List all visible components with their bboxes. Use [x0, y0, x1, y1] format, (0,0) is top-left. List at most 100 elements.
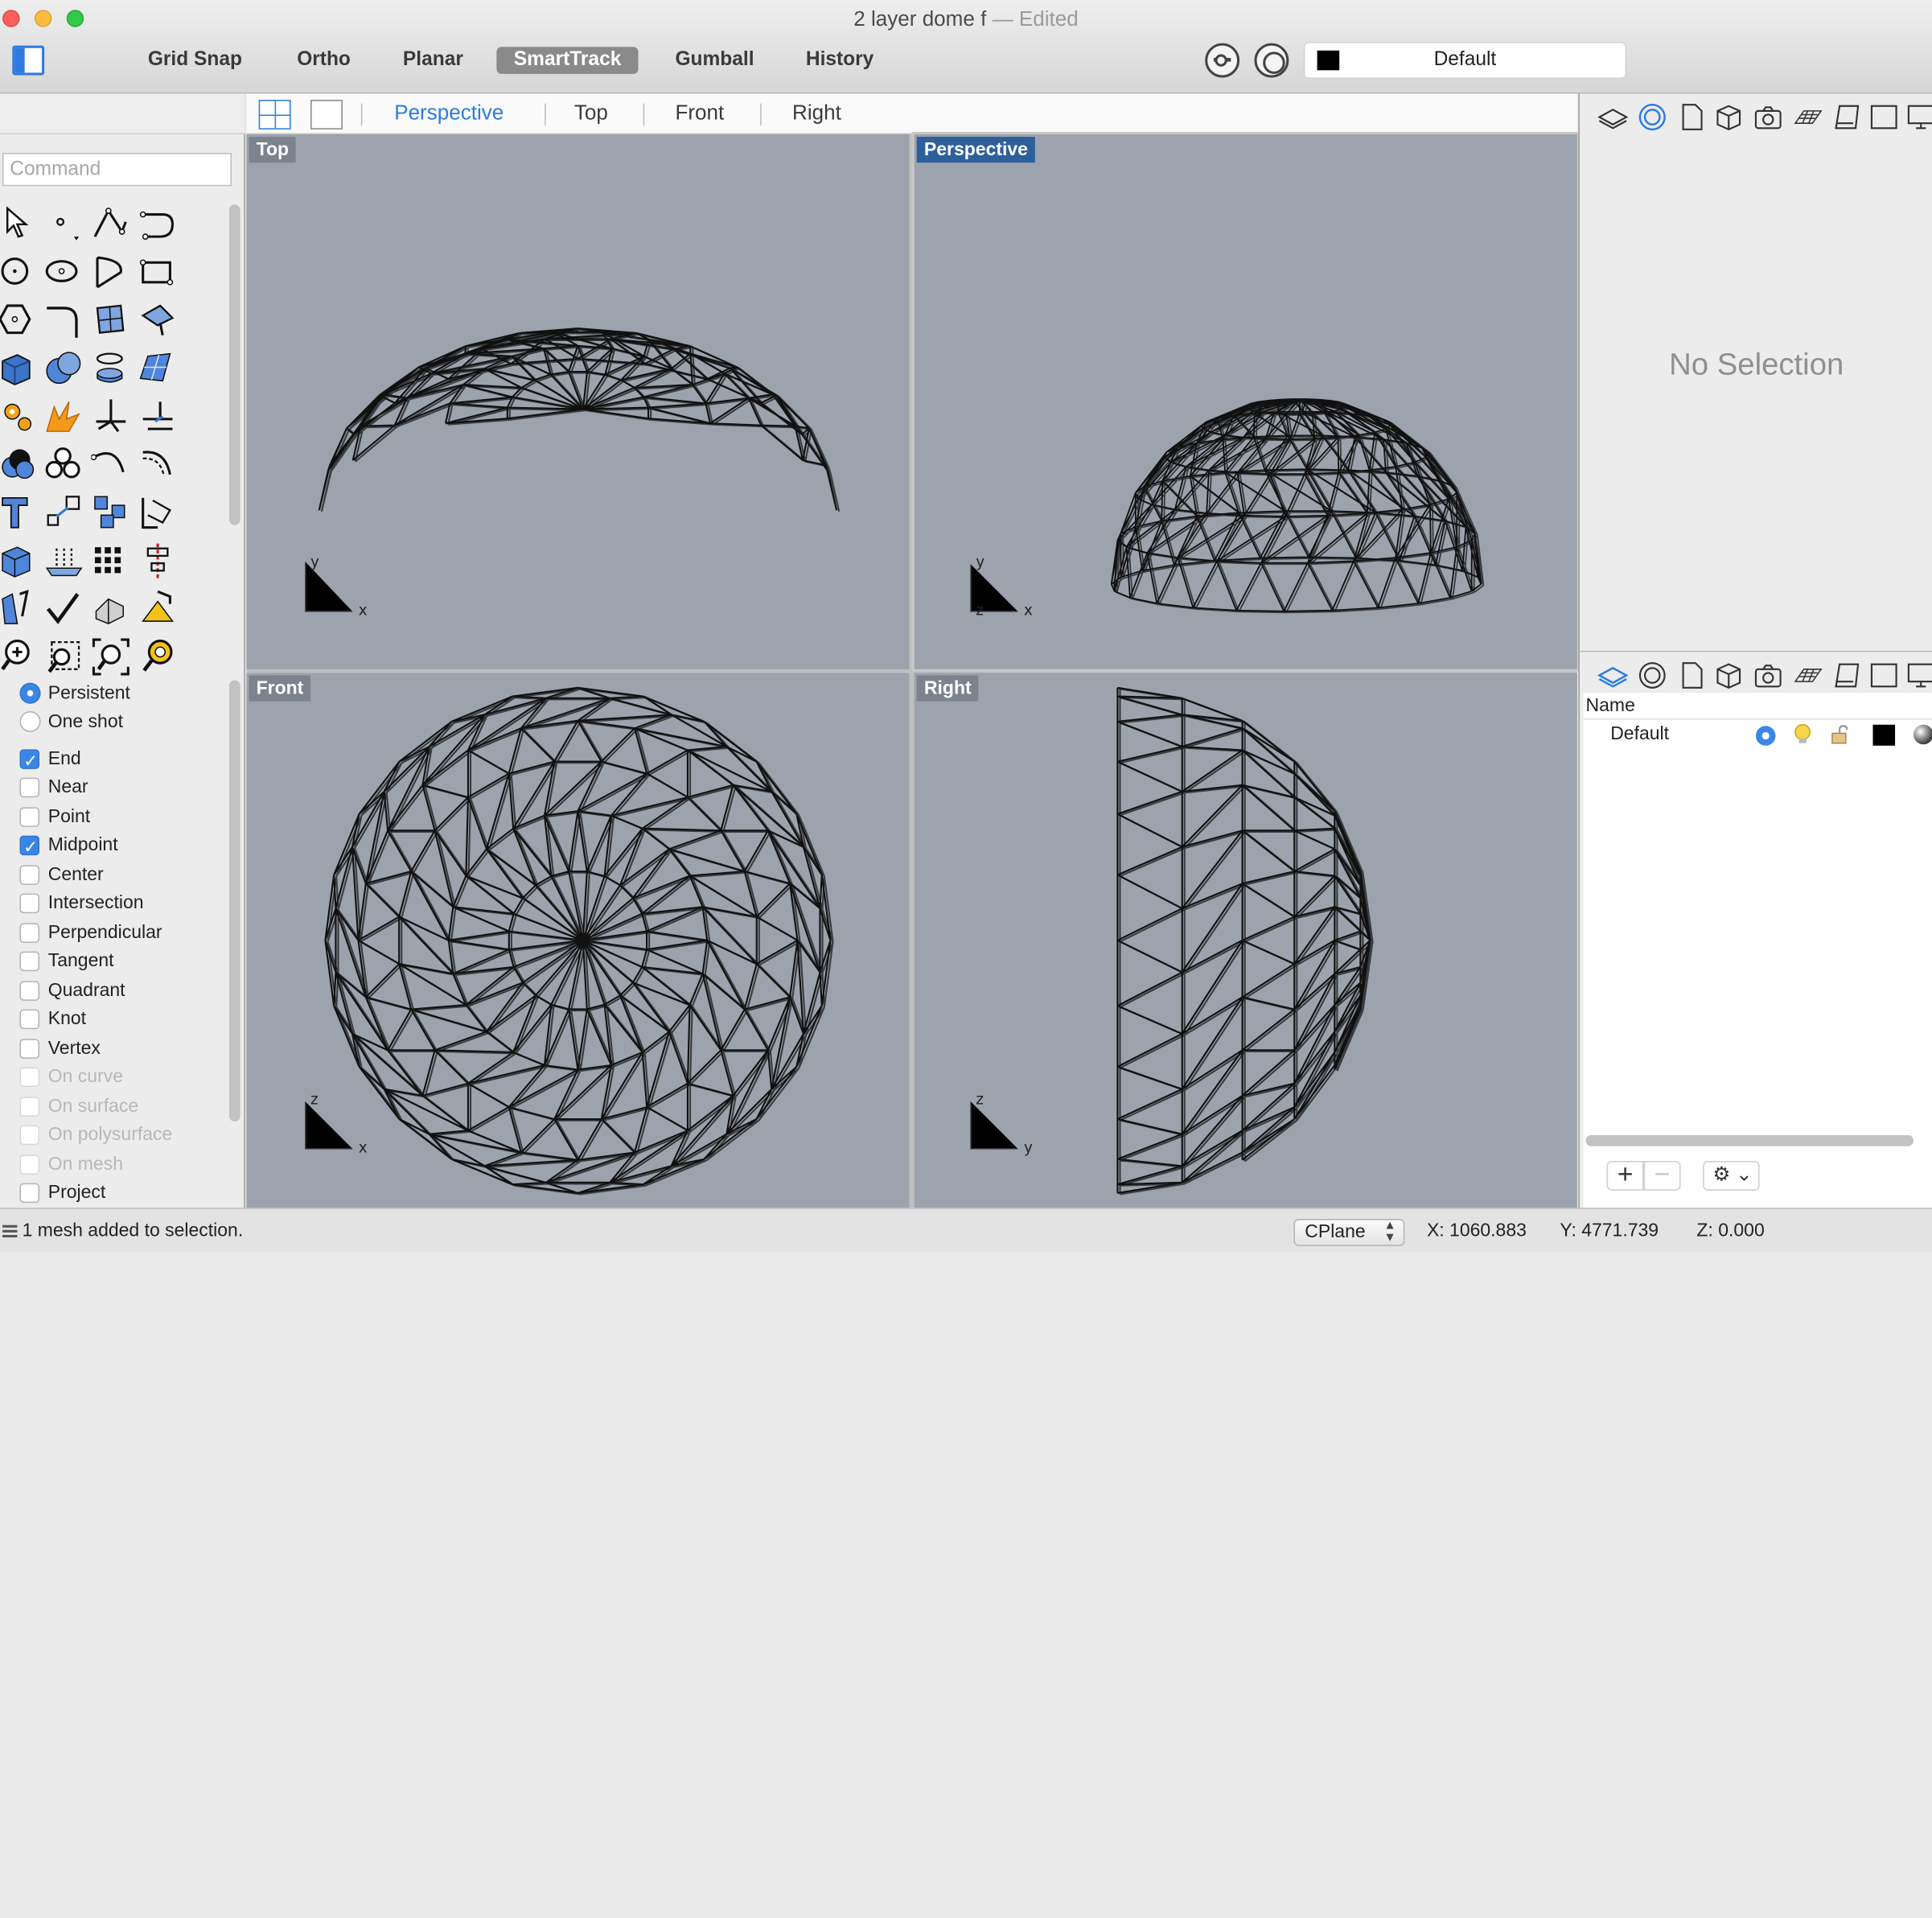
checkbox[interactable]: [19, 807, 40, 827]
trim-tool-icon[interactable]: [91, 397, 130, 436]
dimension-tool-icon[interactable]: [138, 493, 178, 533]
grid-array-tool-icon[interactable]: [91, 541, 130, 581]
light-tool-icon[interactable]: [138, 589, 178, 628]
checkbox[interactable]: [19, 777, 40, 798]
sweep-surface-tool-icon[interactable]: [138, 301, 178, 340]
smarttrack-button[interactable]: SmartTrack: [496, 47, 639, 74]
viewport-label-front[interactable]: Front: [249, 675, 311, 702]
box-solid-tool-icon[interactable]: [0, 349, 39, 389]
scale-tool-icon[interactable]: [44, 493, 84, 533]
polygon-tool-icon[interactable]: [0, 301, 39, 340]
right-viewport[interactable]: z y Right: [914, 673, 1577, 1208]
remove-layer-button[interactable]: −: [1643, 1160, 1681, 1191]
add-layer-button[interactable]: +: [1606, 1160, 1644, 1191]
command-input[interactable]: [2, 152, 232, 187]
layout-properties-icon[interactable]: [1831, 101, 1863, 134]
layer-options-button[interactable]: ⚙ ⌄: [1703, 1161, 1760, 1191]
radio-button[interactable]: [19, 710, 41, 732]
project-tool-icon[interactable]: [44, 541, 84, 581]
named-views-camera-icon[interactable]: [1752, 101, 1784, 134]
cylinder-solid-tool-icon[interactable]: [91, 349, 130, 389]
named-views-camera-icon[interactable]: [1752, 660, 1784, 692]
tab-top[interactable]: Top: [574, 101, 608, 126]
viewport-label-right[interactable]: Right: [916, 675, 979, 702]
target-icon[interactable]: [1254, 43, 1289, 78]
current-layer-radio-icon[interactable]: [1755, 726, 1776, 746]
history-button[interactable]: History: [788, 47, 890, 74]
zoom-tool-icon[interactable]: [0, 637, 39, 677]
monitor-icon[interactable]: [1905, 660, 1932, 692]
display-mode-icon[interactable]: [1712, 101, 1745, 134]
layer-name[interactable]: Default: [1610, 720, 1669, 750]
radio-button[interactable]: [19, 682, 41, 704]
object-properties-icon[interactable]: [1636, 101, 1668, 134]
curve-tool-icon[interactable]: [138, 204, 178, 244]
lightbulb-icon[interactable]: [1793, 723, 1813, 746]
circle-tool-icon[interactable]: [0, 253, 39, 292]
tab-right[interactable]: Right: [792, 101, 841, 126]
render-tool-icon[interactable]: [91, 589, 130, 628]
arc-tool-icon[interactable]: [91, 253, 130, 292]
check-objects-tool-icon[interactable]: [44, 589, 84, 628]
align-tool-icon[interactable]: [138, 541, 178, 581]
zoom-selected-tool-icon[interactable]: [138, 637, 178, 677]
rectangle-tool-icon[interactable]: [138, 253, 178, 292]
grid-plane-icon[interactable]: [1791, 660, 1823, 692]
surface-from-points-tool-icon[interactable]: [91, 301, 130, 340]
select-tool-icon[interactable]: [0, 204, 39, 244]
boolean-union-tool-icon[interactable]: [0, 445, 39, 484]
checkbox[interactable]: [19, 981, 40, 1001]
checkbox[interactable]: [19, 1009, 40, 1030]
cplane-dropdown[interactable]: CPlane ▲ ▼: [1293, 1219, 1405, 1246]
layer-row[interactable]: Default: [1583, 720, 1932, 750]
unlocked-padlock-icon[interactable]: [1830, 725, 1850, 745]
layers-horizontal-scrollbar[interactable]: [1585, 1134, 1914, 1146]
front-viewport[interactable]: z x Front: [246, 673, 910, 1208]
viewport-label-top[interactable]: Top: [249, 137, 297, 163]
checkbox[interactable]: [19, 1183, 40, 1204]
blend-curve-tool-icon[interactable]: [90, 445, 130, 484]
checkbox[interactable]: [19, 833, 40, 860]
split-tool-icon[interactable]: [138, 397, 178, 436]
array-tool-icon[interactable]: [91, 493, 130, 533]
boolean-difference-tool-icon[interactable]: [44, 445, 84, 484]
checkbox[interactable]: [19, 1039, 40, 1059]
zoom-window-tool-icon[interactable]: [44, 637, 84, 677]
layers-panel-icon[interactable]: [1597, 660, 1629, 692]
polyline-tool-icon[interactable]: [91, 204, 130, 244]
tab-perspective[interactable]: Perspective: [394, 101, 504, 126]
panel-blank-icon[interactable]: [1868, 101, 1900, 134]
analyze-tool-icon[interactable]: [0, 589, 39, 628]
checkbox[interactable]: [19, 893, 40, 914]
document-properties-icon[interactable]: [1675, 660, 1708, 692]
object-properties-icon[interactable]: [1636, 660, 1668, 692]
extrude-tool-icon[interactable]: [0, 541, 39, 581]
zoom-extents-tool-icon[interactable]: [91, 637, 130, 677]
perspective-viewport[interactable]: y x z Perspective: [911, 131, 1580, 672]
ellipse-tool-icon[interactable]: [44, 253, 84, 292]
grid-snap-button[interactable]: Grid Snap: [130, 47, 259, 74]
explode-tool-icon[interactable]: [44, 397, 84, 436]
gumball-button[interactable]: Gumball: [658, 47, 771, 74]
current-layer-selector[interactable]: Default: [1303, 42, 1627, 80]
monitor-icon[interactable]: [1905, 101, 1932, 134]
checkbox[interactable]: [19, 865, 40, 885]
osnap-toggle-icon[interactable]: [1205, 43, 1240, 78]
osnap-scrollbar[interactable]: [228, 680, 240, 1122]
sphere-solid-tool-icon[interactable]: [44, 349, 84, 389]
mesh-plane-tool-icon[interactable]: [138, 349, 178, 389]
viewport-label-perspective[interactable]: Perspective: [916, 137, 1036, 163]
four-viewport-layout-icon[interactable]: [258, 100, 291, 130]
panel-blank-icon[interactable]: [1868, 660, 1900, 692]
tab-front[interactable]: Front: [675, 101, 724, 126]
sidebar-toggle-icon[interactable]: [12, 45, 45, 76]
single-viewport-layout-icon[interactable]: [310, 100, 343, 130]
checkbox[interactable]: [19, 747, 40, 774]
tool-palette-scrollbar[interactable]: [228, 204, 240, 525]
top-viewport[interactable]: y x Top: [246, 134, 910, 669]
document-properties-icon[interactable]: [1675, 101, 1708, 134]
command-history-menu-icon[interactable]: [2, 1224, 18, 1238]
planar-button[interactable]: Planar: [385, 47, 480, 74]
layout-properties-icon[interactable]: [1831, 660, 1863, 692]
point-tool-icon[interactable]: [44, 204, 84, 244]
